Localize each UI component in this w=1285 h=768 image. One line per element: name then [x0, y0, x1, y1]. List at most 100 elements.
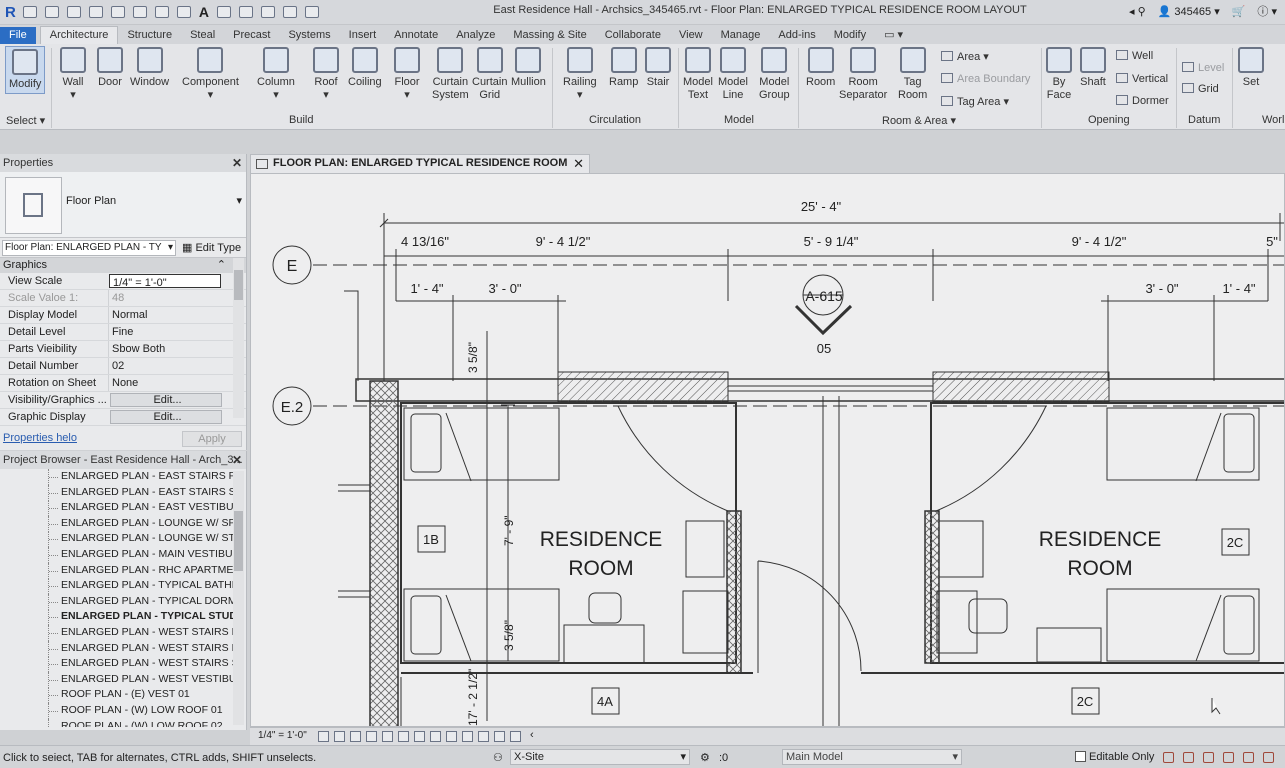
- stair-button[interactable]: Stair: [645, 47, 671, 89]
- tab-steal[interactable]: Steal: [181, 27, 224, 44]
- property-value[interactable]: Normal: [108, 307, 220, 323]
- level-button[interactable]: Level: [1182, 62, 1224, 74]
- ramp-button[interactable]: Ramp: [609, 47, 638, 89]
- browser-item[interactable]: ENLARGED PLAN - EAST STAIRS FOR: [0, 469, 233, 485]
- wall-button[interactable]: Wall ▾: [60, 47, 86, 102]
- reveal-hidden-icon[interactable]: [446, 731, 457, 742]
- floor-button[interactable]: Floor ▾: [394, 47, 420, 102]
- switch-windows-icon[interactable]: [304, 6, 319, 18]
- properties-scrollbar[interactable]: [233, 258, 244, 418]
- room-button[interactable]: Room: [806, 47, 835, 89]
- curtain-grid-button[interactable]: Curtain Grid: [472, 47, 507, 102]
- select-panel-label[interactable]: Select ▾: [6, 114, 45, 127]
- graphics-group-header[interactable]: Graphics ⌃: [0, 258, 246, 273]
- browser-item[interactable]: ENLARGED PLAN - WEST STAIRS FO: [0, 640, 233, 657]
- type-selector[interactable]: Floor Plan ▾: [0, 172, 246, 238]
- close-icon[interactable]: ✕: [573, 155, 584, 172]
- analytical-icon[interactable]: [494, 731, 505, 742]
- editable-only-checkbox[interactable]: Editable Only: [1075, 751, 1154, 763]
- 3d-view-icon[interactable]: [216, 6, 231, 18]
- column-button[interactable]: Column ▾: [257, 47, 295, 102]
- tab-systems[interactable]: Systems: [279, 27, 339, 44]
- chevron-down-icon[interactable]: ▾: [236, 194, 242, 207]
- sync-icon[interactable]: [66, 6, 81, 18]
- scroll-left-icon[interactable]: ‹: [530, 729, 534, 741]
- main-model-dropdown[interactable]: Main Model ▾: [782, 749, 962, 765]
- tab-analyze[interactable]: Analyze: [447, 27, 504, 44]
- browser-item[interactable]: ROOF PLAN - (W) LOW ROOF 02: [0, 718, 233, 727]
- roof-button[interactable]: Roof ▾: [313, 47, 339, 102]
- hide-isolate-icon[interactable]: [430, 731, 441, 742]
- select-by-face-icon[interactable]: [1223, 752, 1234, 763]
- cart-icon[interactable]: 🛒: [1232, 5, 1246, 18]
- ceiling-button[interactable]: Coiling: [348, 47, 382, 89]
- modify-button[interactable]: Modify: [5, 46, 46, 94]
- component-button[interactable]: Component ▾: [182, 47, 239, 102]
- ribbon-toggle-icon[interactable]: ▭ ▾: [875, 26, 912, 44]
- property-value[interactable]: Sbow Both: [108, 341, 220, 357]
- tab-collaborate[interactable]: Collaborate: [596, 27, 670, 44]
- room-name[interactable]: ROOM: [568, 557, 633, 580]
- tab-manage[interactable]: Manage: [712, 27, 770, 44]
- visual-style-icon[interactable]: [334, 731, 345, 742]
- model-text-button[interactable]: Model Text: [683, 47, 713, 102]
- browser-item[interactable]: ENLARGED PLAN - MAIN VESTIBULE: [0, 546, 233, 563]
- room-area-panel-label[interactable]: Room & Area ▾: [882, 114, 956, 127]
- tab-file[interactable]: File: [0, 27, 36, 44]
- browser-item[interactable]: ENLARGED PLAN - EAST VESTIBULE: [0, 500, 233, 516]
- browser-item[interactable]: ENLARGED PLAN - TYPICAL DORM U: [0, 593, 233, 610]
- highlight-icon[interactable]: [510, 731, 521, 742]
- text-icon[interactable]: A: [199, 4, 209, 20]
- browser-item[interactable]: ENLARGED PLAN - LOUNGE W/ STAI: [0, 531, 233, 547]
- area-boundary-button[interactable]: Area Boundary: [941, 73, 1030, 85]
- lock-view-icon[interactable]: [414, 731, 425, 742]
- tag-room-button[interactable]: Tag Room: [898, 47, 927, 102]
- edit-button[interactable]: Edit...: [110, 410, 222, 424]
- close-icon[interactable]: ✕: [232, 154, 242, 172]
- thin-lines-icon[interactable]: [260, 6, 275, 18]
- property-value[interactable]: None: [108, 375, 220, 391]
- wall-opening-button[interactable]: Well: [1116, 50, 1153, 62]
- help-icon[interactable]: ⓘ ▾: [1257, 3, 1277, 19]
- by-face-button[interactable]: By Face: [1046, 47, 1072, 102]
- shadows-icon[interactable]: [366, 731, 377, 742]
- apply-button[interactable]: Apply: [182, 431, 242, 447]
- collapse-icon[interactable]: ⌃: [217, 258, 226, 273]
- undo-icon[interactable]: [88, 6, 103, 18]
- worksharing-icon[interactable]: [478, 731, 489, 742]
- property-value[interactable]: 02: [108, 358, 220, 374]
- tag-area-button[interactable]: Tag Area ▾: [941, 95, 1009, 108]
- properties-help-link[interactable]: Properties helo: [3, 432, 77, 444]
- shaft-button[interactable]: Shaft: [1080, 47, 1106, 89]
- vertical-opening-button[interactable]: Vertical: [1116, 73, 1168, 85]
- workset-dropdown[interactable]: X-Site ▾: [510, 749, 690, 765]
- door-button[interactable]: Door: [97, 47, 123, 89]
- room-separator-button[interactable]: Room Separator: [839, 47, 887, 102]
- mullion-button[interactable]: Mullion: [511, 47, 546, 89]
- browser-scrollbar[interactable]: [233, 471, 244, 725]
- browser-item[interactable]: ENLARGED PLAN - WEST VESTIBULE: [0, 671, 233, 688]
- select-underlay-icon[interactable]: [1183, 752, 1194, 763]
- save-icon[interactable]: [44, 6, 59, 18]
- tab-modify[interactable]: Modify: [825, 27, 875, 44]
- room-tag[interactable]: 2C: [1227, 535, 1244, 550]
- curtain-system-button[interactable]: Curtain System: [432, 47, 469, 102]
- instance-select[interactable]: Floor Plan: ENLARGED PLAN - TY ▾: [2, 240, 176, 256]
- design-options-icon[interactable]: ⚙: [700, 751, 710, 764]
- room-name[interactable]: RESIDENCE: [540, 528, 663, 551]
- search-icon[interactable]: ◂ ⚲: [1129, 5, 1146, 18]
- drawing-canvas[interactable]: 25' - 4" 4 13/16" 9' - 4 1/2" 5' - 9 1/4…: [250, 173, 1285, 727]
- section-ref[interactable]: A-615: [805, 288, 843, 304]
- model-group-button[interactable]: Model Group: [759, 47, 790, 102]
- section-icon[interactable]: [238, 6, 253, 18]
- detail-level-icon[interactable]: [318, 731, 329, 742]
- browser-item[interactable]: ENLARGED PLAN - WEST STAIRS FIR: [0, 624, 233, 641]
- filter-icon[interactable]: [1263, 752, 1274, 763]
- tab-insert[interactable]: Insert: [340, 27, 386, 44]
- browser-item[interactable]: ENLARGED PLAN - TYPICAL STUD: [0, 609, 233, 625]
- close-hidden-icon[interactable]: [282, 6, 297, 18]
- view-tab[interactable]: FLOOR PLAN: ENLARGED TYPICAL RESIDENCE R…: [250, 154, 590, 186]
- browser-item[interactable]: ENLARGED PLAN - TYPICAL BATHRO: [0, 578, 233, 594]
- dormer-button[interactable]: Dormer: [1116, 95, 1169, 107]
- browser-item[interactable]: ENLARGED PLAN - WEST STAIRS SEC: [0, 656, 233, 672]
